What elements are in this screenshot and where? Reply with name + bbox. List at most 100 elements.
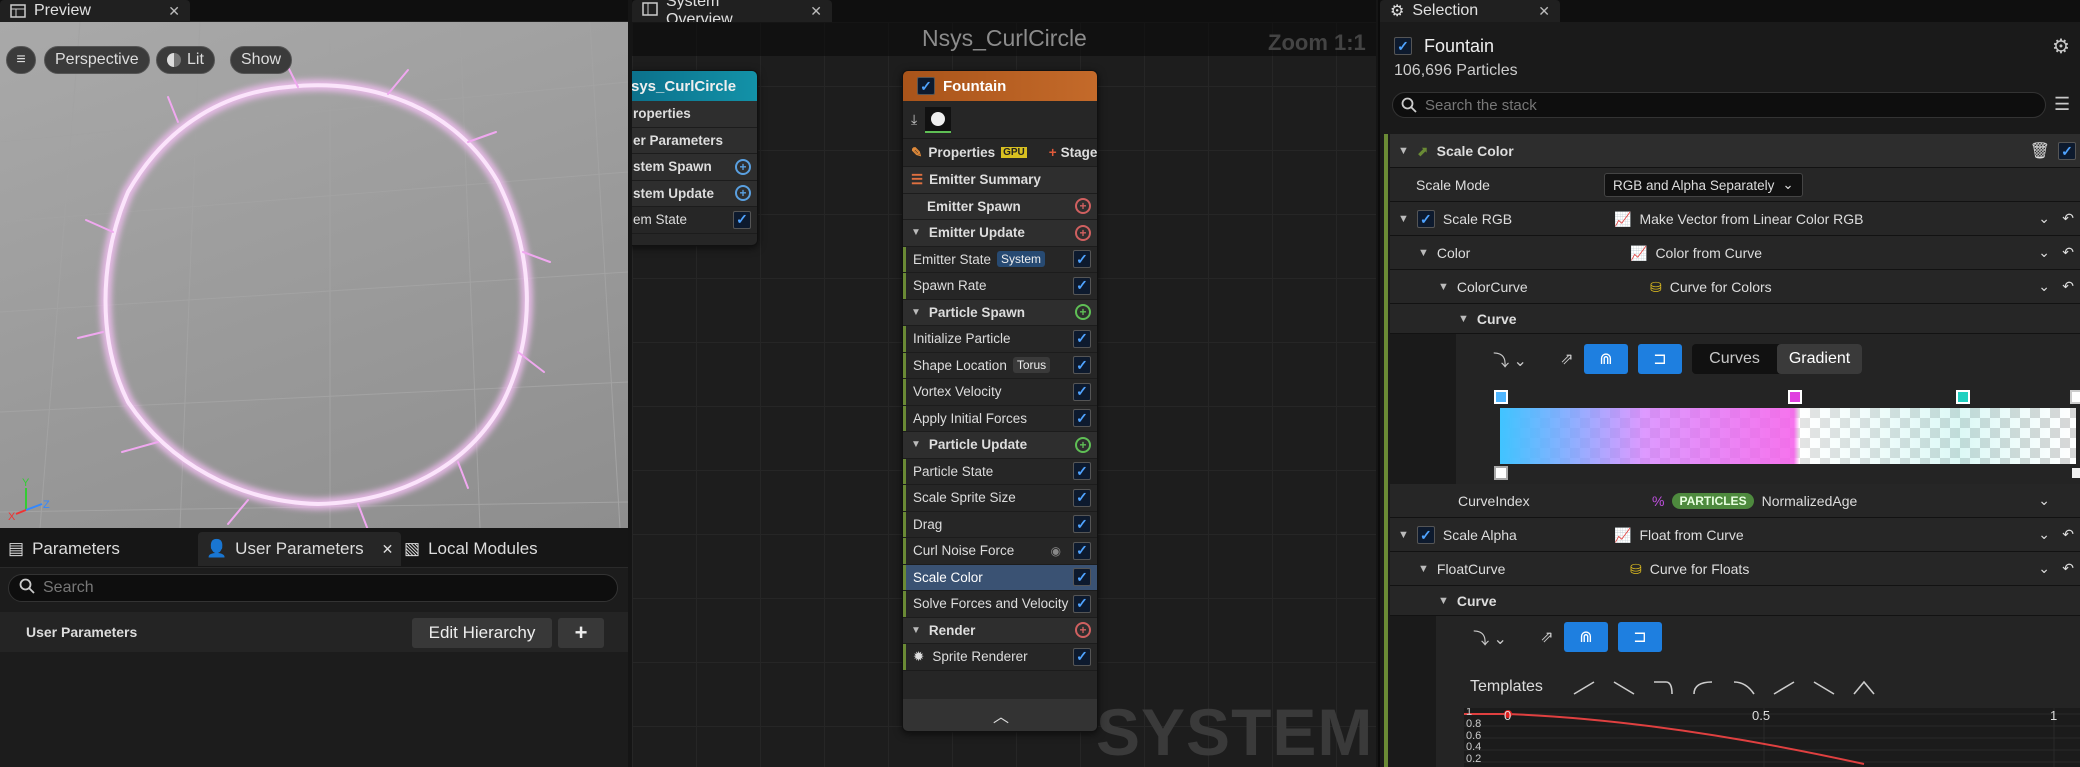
add-icon[interactable]: +	[735, 158, 751, 175]
color-stop-handle[interactable]	[2070, 390, 2080, 404]
collapse-icon[interactable]: ▼	[1438, 595, 1449, 607]
enable-checkbox[interactable]: ✓	[1073, 515, 1091, 534]
curveindex-value[interactable]: NormalizedAge	[1762, 493, 1858, 509]
chevron-down-icon[interactable]: ⌄	[2038, 560, 2050, 577]
color-value[interactable]: Color from Curve	[1655, 245, 1762, 261]
enable-checkbox[interactable]: ✓	[1073, 250, 1091, 269]
add-module-icon[interactable]: +	[1075, 622, 1091, 639]
emitter-row[interactable]: Scale Sprite Size ✓	[903, 485, 1097, 512]
color-stop-handle[interactable]	[1788, 390, 1802, 404]
filter-icon[interactable]: ☰	[2054, 94, 2070, 115]
add-module-icon[interactable]: +	[1075, 304, 1091, 321]
emitter-row[interactable]: Scale Color ✓	[903, 564, 1097, 591]
enable-checkbox[interactable]: ✓	[1073, 329, 1091, 348]
collapse-icon[interactable]: ▼	[1398, 145, 1409, 157]
params-search-input[interactable]: Search	[8, 574, 618, 602]
normalize-button[interactable]: ⊐	[1618, 622, 1662, 652]
eye-icon[interactable]: ◉	[1051, 544, 1061, 558]
add-module-icon[interactable]: +	[1075, 224, 1091, 241]
preview-viewport[interactable]: ≡ Perspective Lit Show Y Z X	[0, 22, 628, 528]
scale-rgb-value[interactable]: Make Vector from Linear Color RGB	[1639, 211, 1863, 227]
curves-button[interactable]: Curves	[1692, 344, 1777, 374]
emitter-row[interactable]: Spawn Rate ✓	[903, 273, 1097, 300]
add-module-icon[interactable]: +	[1075, 436, 1091, 453]
gradient-button[interactable]: Gradient	[1777, 344, 1862, 374]
float-curve-graph[interactable]: 1 0.8 0.6 0.4 0.2 0 0.5 1	[1464, 708, 2080, 767]
emitter-row[interactable]: Shape Location Torus ✓	[903, 352, 1097, 379]
emitter-row[interactable]: ▼ Emitter Update +	[903, 220, 1097, 247]
tab-selection[interactable]: ⚙ Selection ✕	[1380, 0, 1560, 22]
viewport-menu-button[interactable]: ≡	[6, 46, 36, 74]
emitter-row[interactable]: Curl Noise Force ◉ ✓	[903, 538, 1097, 565]
floatcurve-value[interactable]: Curve for Floats	[1650, 561, 1750, 577]
module-enable-checkbox[interactable]: ✓	[2058, 142, 2076, 160]
lit-button[interactable]: Lit	[156, 46, 215, 74]
tab-user-parameters[interactable]: 👤 User Parameters ✕	[198, 532, 402, 566]
enable-checkbox[interactable]: ✓	[1073, 647, 1091, 666]
alpha-stop-handle[interactable]	[2070, 466, 2080, 480]
stage-label[interactable]: Stage	[1061, 145, 1097, 160]
emitter-node[interactable]: ✓ Fountain ⤓ ✎ Properties GPU + Stage ☰ E…	[902, 70, 1098, 732]
tab-system-overview[interactable]: System Overview ✕	[632, 0, 832, 28]
system-node-row[interactable]: roperties	[632, 101, 757, 128]
emitter-enabled-checkbox[interactable]: ✓	[1394, 37, 1412, 55]
curve-tool-dropdown[interactable]: ⤵ ⌄	[1468, 622, 1512, 652]
emitter-properties-row[interactable]: ✎ Properties GPU + Stage	[903, 139, 1097, 167]
gradient-bar[interactable]	[1500, 408, 2076, 464]
collapse-icon[interactable]: ▼	[1398, 529, 1409, 541]
enable-checkbox[interactable]: ✓	[1073, 488, 1091, 507]
emitter-row[interactable]: ▼ Render +	[903, 617, 1097, 644]
tab-local-modules[interactable]: ▧ Local Modules	[396, 534, 546, 564]
curve-tool-dropdown[interactable]: ⤵ ⌄	[1488, 344, 1532, 374]
collapse-icon[interactable]: ▼	[911, 307, 921, 318]
collapse-node-button[interactable]: ︿	[903, 699, 1097, 731]
system-node-row[interactable]: er Parameters	[632, 127, 757, 154]
scale-alpha-checkbox[interactable]: ✓	[1416, 526, 1435, 544]
color-stop-handle[interactable]	[1494, 390, 1508, 404]
system-node[interactable]: sys_CurlCircle roperties er Parameters s…	[632, 70, 758, 246]
scale-mode-dropdown[interactable]: RGB and Alpha Separately ⌄	[1604, 173, 1803, 197]
enable-checkbox[interactable]: ✓	[1073, 594, 1091, 613]
colorcurve-value[interactable]: Curve for Colors	[1670, 279, 1772, 295]
collapse-icon[interactable]: ▼	[911, 227, 921, 238]
chevron-down-icon[interactable]: ⌄	[2038, 492, 2050, 509]
emitter-row[interactable]: Vortex Velocity ✓	[903, 379, 1097, 406]
show-button[interactable]: Show	[230, 46, 293, 74]
add-parameter-button[interactable]: +	[558, 618, 604, 648]
add-icon[interactable]: +	[735, 185, 751, 202]
emitter-row[interactable]: ▼ Particle Spawn +	[903, 299, 1097, 326]
emitter-row[interactable]: Emitter Spawn +	[903, 193, 1097, 220]
chevron-down-icon[interactable]: ⌄	[2038, 278, 2050, 295]
tab-parameters[interactable]: ▤ Parameters	[0, 534, 128, 564]
enable-checkbox[interactable]: ✓	[1073, 568, 1091, 587]
trash-icon[interactable]: 🗑	[2030, 141, 2050, 161]
spawn-icon[interactable]: ⤓	[911, 111, 917, 128]
enable-checkbox[interactable]: ✓	[1073, 356, 1091, 375]
enable-checkbox[interactable]: ✓	[1073, 541, 1091, 560]
reset-icon[interactable]: ↶	[2062, 278, 2074, 295]
chevron-down-icon[interactable]: ⌄	[2038, 526, 2050, 543]
tab-preview[interactable]: Preview ✕	[0, 0, 190, 22]
system-graph[interactable]: Nsys_CurlCircle Zoom 1:1 SYSTEM sys_Curl…	[632, 22, 1376, 767]
settings-gear-icon[interactable]: ⚙	[2052, 34, 2070, 59]
close-icon[interactable]: ✕	[168, 3, 180, 20]
reset-icon[interactable]: ↶	[2062, 244, 2074, 261]
scale-alpha-value[interactable]: Float from Curve	[1639, 527, 1743, 543]
emitter-row[interactable]: Particle State ✓	[903, 458, 1097, 485]
curve-templates[interactable]	[1570, 678, 1880, 698]
collapse-icon[interactable]: ▼	[911, 625, 921, 636]
collapse-icon[interactable]: ▼	[1458, 313, 1469, 325]
emitter-row[interactable]: Initialize Particle ✓	[903, 326, 1097, 353]
add-module-icon[interactable]: +	[1075, 198, 1091, 215]
chevron-down-icon[interactable]: ⌄	[2038, 210, 2050, 227]
emitter-row[interactable]: ✹ Sprite Renderer ✓	[903, 644, 1097, 671]
reset-icon[interactable]: ↶	[2062, 526, 2074, 543]
emitter-row[interactable]: ▼ Particle Update +	[903, 432, 1097, 459]
enable-checkbox[interactable]: ✓	[1073, 276, 1091, 295]
close-icon[interactable]: ✕	[382, 541, 394, 558]
stage-add-icon[interactable]: +	[1049, 145, 1057, 160]
collapse-icon[interactable]: ▼	[1438, 281, 1449, 293]
collapse-icon[interactable]: ▼	[1418, 563, 1429, 575]
thumbnail-icon[interactable]	[925, 106, 952, 133]
stack-search-input[interactable]: Search the stack	[1392, 92, 2046, 118]
